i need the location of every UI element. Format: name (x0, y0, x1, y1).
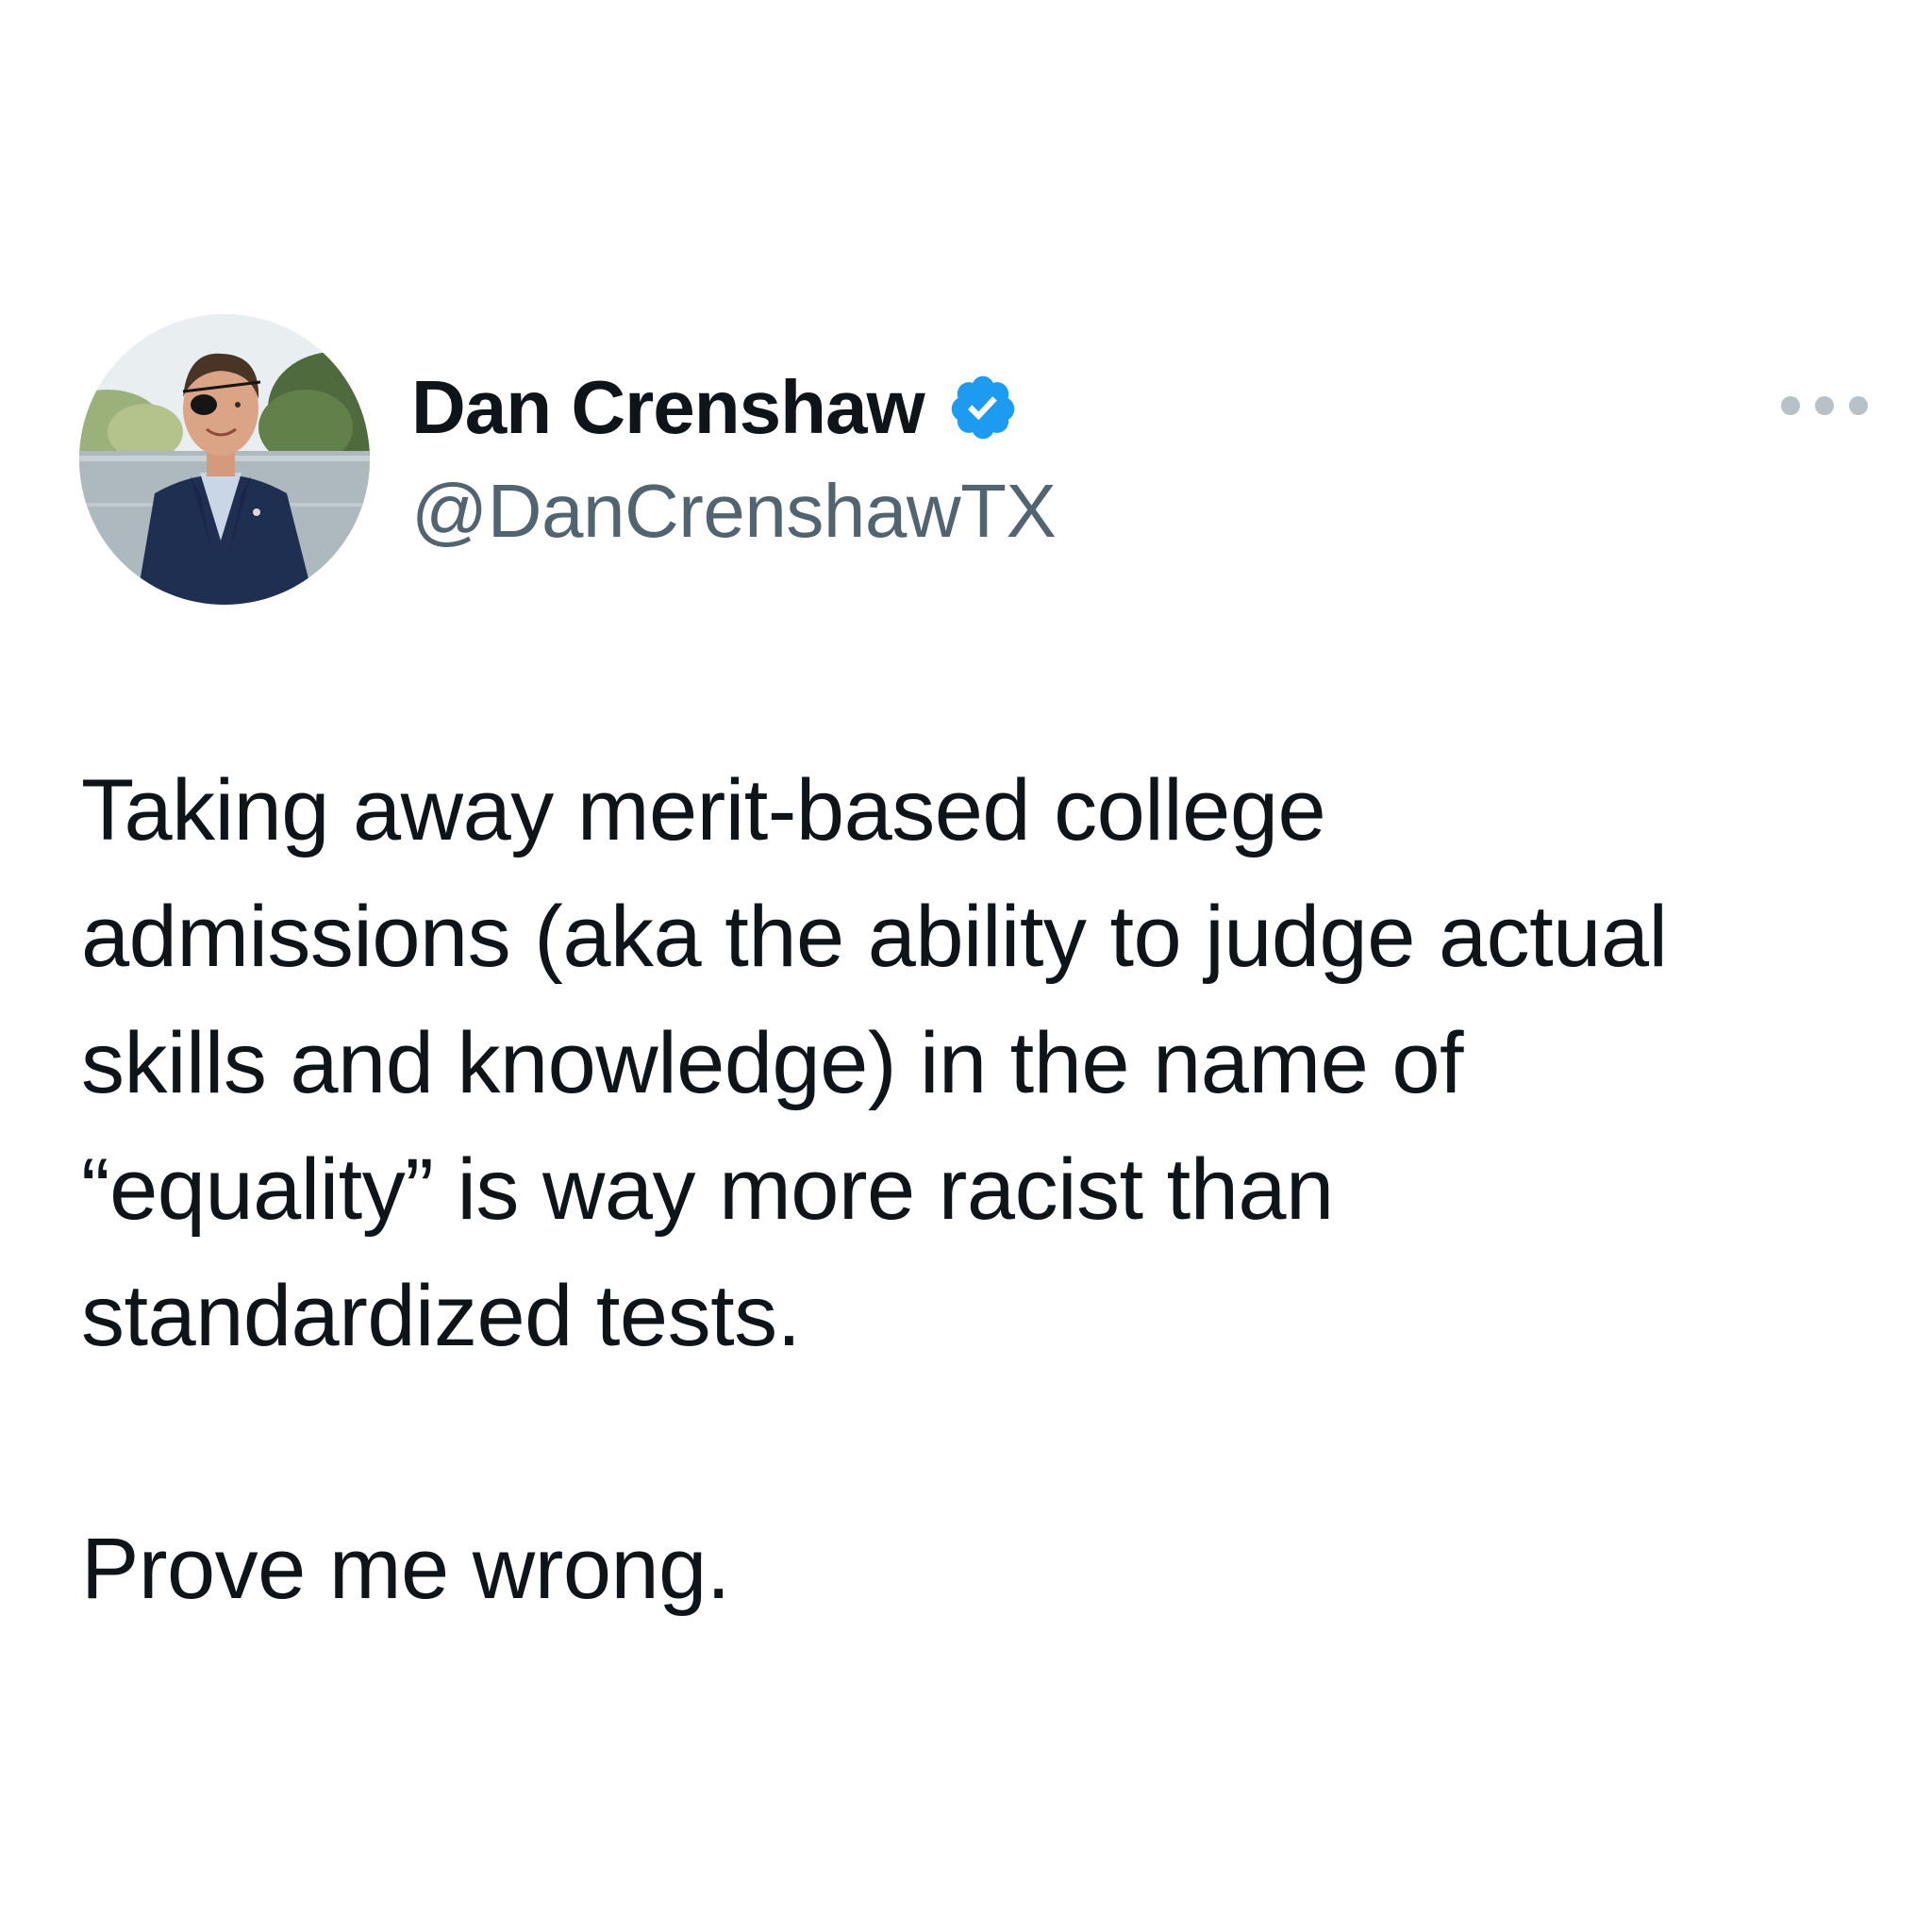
tweet-text-line: skills and knowledge) in the name of (81, 1015, 1464, 1111)
author-name-row: Dan Crenshaw (411, 360, 1019, 455)
tweet-body: Taking away merit-based college admissio… (81, 747, 1874, 1632)
display-name[interactable]: Dan Crenshaw (411, 360, 925, 455)
tweet-card: Dan Crenshaw @DanCrenshawTX Taking away … (0, 0, 1932, 1932)
user-handle[interactable]: @DanCrenshawTX (411, 464, 1057, 558)
more-horizontal-icon (1849, 396, 1868, 415)
avatar-photo (79, 314, 370, 605)
avatar[interactable] (79, 314, 370, 605)
tweet-text-line: admissions (aka the ability to judge act… (81, 889, 1668, 985)
tweet-text-line: Taking away merit-based college (81, 762, 1326, 858)
tweet-closing-line: Prove me wrong. (81, 1521, 730, 1617)
tweet-text-line: “equality” is way more racist than (81, 1141, 1334, 1238)
paragraph-break (81, 1379, 1874, 1506)
tweet-text-line: standardized tests. (81, 1268, 801, 1364)
more-horizontal-icon (1815, 396, 1834, 415)
more-options-button[interactable] (1781, 387, 1868, 425)
more-horizontal-icon (1781, 396, 1800, 415)
verified-badge-icon (947, 372, 1019, 443)
